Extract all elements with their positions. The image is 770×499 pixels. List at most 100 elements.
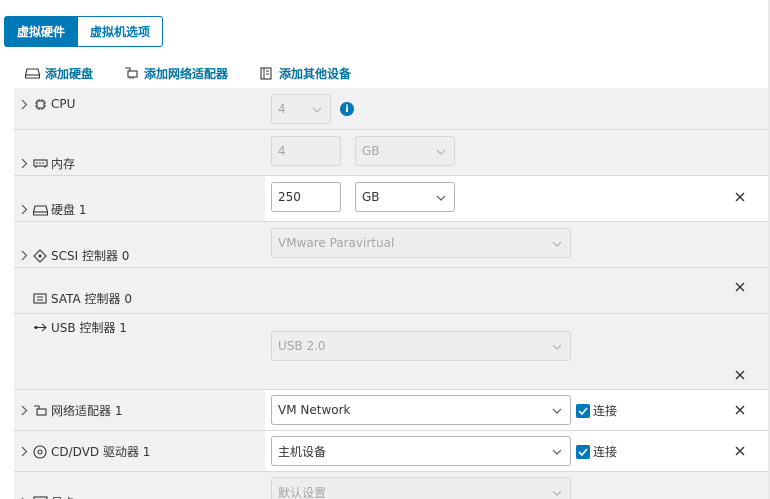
network-value: VM Network [278, 403, 351, 417]
row-scsi-controller: SCSI 控制器 0 VMware Paravirtual [14, 222, 770, 268]
chevron-right-icon[interactable] [19, 204, 29, 216]
scsi-controller-label-text: SCSI 控制器 0 [51, 249, 130, 263]
memory-label-text: 内存 [51, 157, 76, 171]
action-bar: 添加硬盘 添加网络适配器 添加其他设备 [24, 64, 351, 82]
usb-type-value: USB 2.0 [278, 339, 326, 353]
scsi-type-select[interactable]: VMware Paravirtual [271, 228, 571, 258]
cpu-icon [32, 97, 48, 111]
chevron-down-icon [552, 487, 562, 497]
cpu-label-text: CPU [51, 97, 76, 111]
disk-size-value: 250 [278, 190, 301, 204]
network-adapter-icon [123, 66, 139, 80]
row-hard-disk: 硬盘 1 250 GB [14, 176, 770, 222]
row-display: 显卡 默认设置 [14, 472, 770, 499]
close-icon [735, 282, 745, 292]
row-sata-controller: SATA 控制器 0 [14, 268, 770, 314]
scsi-type-value: VMware Paravirtual [278, 236, 395, 250]
scsi-controller-label[interactable]: SCSI 控制器 0 [19, 247, 129, 264]
network-connect-label: 连接 [593, 404, 618, 418]
sata-icon [32, 292, 48, 306]
row-network-adapter: 网络适配器 1 VM Network 连接 [14, 390, 770, 431]
cd-dvd-source-select[interactable]: 主机设备 [271, 436, 571, 466]
hard-disk-label-text: 硬盘 1 [51, 203, 87, 217]
close-icon [735, 446, 745, 456]
chevron-down-icon [436, 146, 446, 156]
display-settings-value: 默认设置 [278, 485, 327, 499]
chevron-down-icon [552, 446, 562, 456]
row-memory: 内存 4 GB [14, 130, 770, 176]
chevron-down-icon [552, 238, 562, 248]
chevron-down-icon [552, 341, 562, 351]
remove-disk-button[interactable] [734, 191, 746, 203]
checkmark-icon[interactable] [576, 444, 590, 459]
scsi-icon [32, 248, 48, 263]
network-select[interactable]: VM Network [271, 395, 571, 425]
usb-controller-label-text: USB 控制器 1 [51, 321, 127, 335]
remove-sata-button[interactable] [734, 281, 746, 293]
disk-size-input[interactable]: 250 [271, 182, 341, 212]
chevron-down-icon [312, 104, 322, 114]
cd-dvd-icon [32, 444, 48, 459]
chevron-right-icon[interactable] [19, 446, 29, 458]
tab-bar: 虚拟硬件 虚拟机选项 [4, 16, 164, 47]
chevron-down-icon [552, 405, 562, 415]
memory-icon [32, 157, 48, 171]
info-icon[interactable]: i [340, 102, 354, 116]
close-icon [735, 370, 745, 380]
chevron-right-icon[interactable] [19, 158, 29, 170]
usb-controller-label: USB 控制器 1 [19, 319, 127, 336]
network-adapter-icon [32, 404, 48, 418]
cpu-count-value: 4 [278, 102, 286, 116]
remove-cd-dvd-button[interactable] [734, 445, 746, 457]
disk-unit-select[interactable]: GB [355, 182, 455, 212]
memory-unit-select[interactable]: GB [355, 136, 455, 166]
display-label-text: 显卡 [51, 494, 75, 499]
cpu-label[interactable]: CPU [19, 97, 75, 111]
row-usb-controller: USB 控制器 1 USB 2.0 [14, 314, 770, 390]
close-icon [735, 192, 745, 202]
close-icon [735, 405, 745, 415]
cd-dvd-connect-checkbox[interactable]: 连接 [576, 443, 617, 460]
cd-dvd-connect-label: 连接 [593, 445, 618, 459]
chevron-right-icon[interactable] [19, 98, 29, 110]
cd-dvd-source-value: 主机设备 [278, 444, 327, 459]
sata-controller-label-text: SATA 控制器 0 [51, 292, 132, 306]
usb-icon [32, 321, 48, 335]
add-disk-label: 添加硬盘 [45, 66, 94, 81]
cd-dvd-label[interactable]: CD/DVD 驱动器 1 [19, 443, 150, 460]
add-disk-button[interactable]: 添加硬盘 [24, 65, 93, 82]
network-adapter-label-text: 网络适配器 1 [51, 404, 123, 418]
memory-size-value: 4 [278, 144, 286, 158]
add-network-adapter-label: 添加网络适配器 [144, 66, 229, 81]
memory-size-input[interactable]: 4 [271, 136, 341, 166]
add-other-device-label: 添加其他设备 [279, 66, 352, 81]
chevron-right-icon[interactable] [19, 250, 29, 262]
checkmark-icon[interactable] [576, 403, 590, 418]
row-cpu: CPU 4 i [14, 88, 770, 130]
memory-label[interactable]: 内存 [19, 155, 75, 172]
tab-vm-options[interactable]: 虚拟机选项 [78, 16, 164, 47]
display-label[interactable]: 显卡 [19, 494, 75, 499]
disk-icon [32, 203, 48, 217]
cd-dvd-label-text: CD/DVD 驱动器 1 [51, 445, 151, 459]
network-connect-checkbox[interactable]: 连接 [576, 402, 617, 419]
hardware-table: CPU 4 i 内存 4 GB 硬盘 1 250 GB SCSI 控制器 0 V… [14, 88, 770, 499]
chevron-down-icon [436, 192, 446, 202]
sata-controller-label: SATA 控制器 0 [19, 290, 132, 307]
disk-icon [24, 66, 40, 80]
remove-network-adapter-button[interactable] [734, 404, 746, 416]
hard-disk-label[interactable]: 硬盘 1 [19, 201, 86, 218]
add-other-device-button[interactable]: 添加其他设备 [258, 65, 351, 82]
display-icon [32, 496, 48, 499]
tab-virtual-hardware[interactable]: 虚拟硬件 [4, 16, 79, 47]
memory-unit-value: GB [362, 144, 380, 158]
network-adapter-label[interactable]: 网络适配器 1 [19, 402, 122, 419]
cpu-count-select[interactable]: 4 [271, 94, 331, 124]
usb-type-select[interactable]: USB 2.0 [271, 331, 571, 361]
device-icon [258, 66, 274, 80]
chevron-right-icon[interactable] [19, 405, 29, 417]
display-settings-select[interactable]: 默认设置 [271, 477, 571, 499]
remove-usb-button[interactable] [734, 369, 746, 381]
add-network-adapter-button[interactable]: 添加网络适配器 [123, 65, 228, 82]
row-cd-dvd-drive: CD/DVD 驱动器 1 主机设备 连接 [14, 431, 770, 472]
